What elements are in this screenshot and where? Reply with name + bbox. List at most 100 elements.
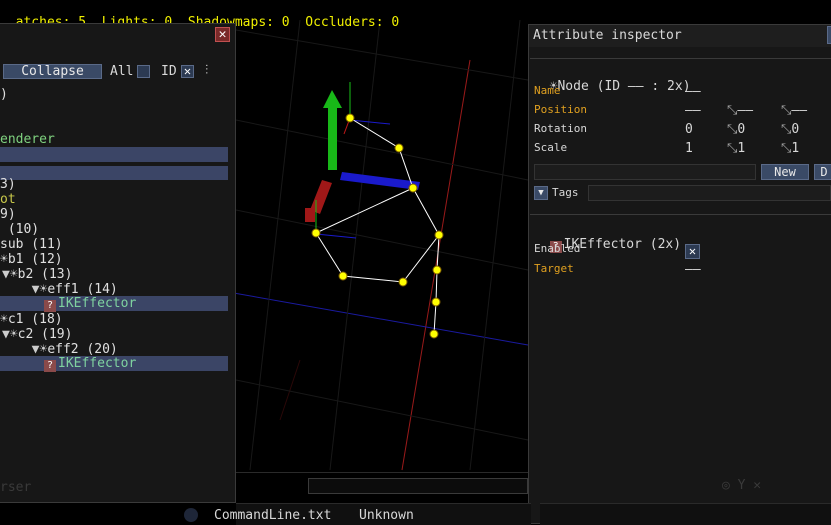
tree-item-label: b2 (13) <box>17 267 73 282</box>
drag-handle-icon[interactable]: ⤡ <box>781 103 791 118</box>
tree-item-component[interactable]: ? IKEffector <box>0 356 228 372</box>
tree-node-icon: ☀ <box>0 312 8 327</box>
drag-handle-icon[interactable]: ⤡ <box>727 103 737 118</box>
attr-value-field[interactable]: ⤡1 <box>727 142 745 156</box>
status-type: Unknown <box>359 508 414 523</box>
attr-value: —— <box>737 103 754 118</box>
tree-item[interactable]: enderer <box>0 132 228 147</box>
attr-value-field[interactable]: —— <box>685 104 701 118</box>
tree-item-label: c2 (19) <box>17 327 73 342</box>
tree-item-label: c1 (18) <box>7 312 63 327</box>
attr-value-field[interactable]: ⤡0 <box>781 123 799 137</box>
status-icon <box>184 508 198 522</box>
tree-node-icon: ▼☀ <box>16 282 48 297</box>
joint <box>338 271 348 281</box>
attr-value-field[interactable]: 1 <box>685 142 693 156</box>
component-header-text: IKEffector (2x) <box>563 237 682 252</box>
attr-value: 0 <box>685 122 693 137</box>
tree-item-label: ) <box>0 87 8 102</box>
stat-occluders: Occluders: 0 <box>305 15 400 30</box>
tree-item[interactable]: (10) <box>0 222 228 237</box>
collapse-button[interactable]: Collapse <box>3 64 102 79</box>
attr-value-field[interactable]: ⤡1 <box>781 142 799 156</box>
tree-item[interactable]: ) <box>0 87 228 102</box>
tree-item-label: ot <box>0 192 16 207</box>
tree-item-label: 9) <box>0 207 16 222</box>
enabled-checkbox[interactable]: ✕ <box>685 244 700 259</box>
render-stats: atches: 5 Lights: 0 Shadowmaps: 0 Occlud… <box>0 0 400 30</box>
all-checkbox[interactable] <box>137 65 150 78</box>
attr-value-field[interactable]: ⤡—— <box>781 104 807 118</box>
attr-value-field[interactable]: —— <box>685 85 701 99</box>
joint <box>311 228 321 238</box>
tree-item-label: IKEffector <box>58 296 137 311</box>
joint <box>408 183 418 193</box>
attr-value: 0 <box>737 122 746 137</box>
attr-label: Rotation <box>534 122 587 135</box>
attr-value-field[interactable]: ⤡—— <box>727 104 753 118</box>
tree-item[interactable]: ▼☀b2 (13) <box>0 267 228 282</box>
drag-handle-icon[interactable]: ⤡ <box>781 122 791 137</box>
tree-item[interactable]: sub (11) <box>0 237 228 252</box>
delete-tag-button[interactable]: D <box>814 164 831 180</box>
tree-node-icon: ▼☀ <box>2 327 18 342</box>
id-checkbox[interactable]: ✕ <box>181 65 194 78</box>
tree-item[interactable]: ot <box>0 192 228 207</box>
tree-item-label: 3) <box>0 177 16 192</box>
target-field[interactable]: —— <box>685 263 701 277</box>
tree-item[interactable] <box>0 147 228 162</box>
tree-node-icon: ☀ <box>0 252 8 267</box>
attr-value: 0 <box>791 122 800 137</box>
component-attr-label: Target <box>534 262 574 275</box>
tree-item-label: eff2 (20) <box>47 342 118 357</box>
joint <box>345 113 355 123</box>
joint <box>431 297 441 307</box>
tree-item[interactable]: ☀b1 (12) <box>0 252 228 267</box>
inspector-edge-button[interactable] <box>827 26 831 44</box>
separator <box>530 214 831 215</box>
tree-item[interactable]: 3) <box>0 177 228 192</box>
tree-node-icon: ▼☀ <box>16 342 48 357</box>
tag-input[interactable] <box>534 164 756 180</box>
command-line-input[interactable] <box>308 478 528 494</box>
filter-icon[interactable]: ⫶ <box>205 63 208 78</box>
gizmo-y-axis <box>328 108 337 170</box>
drag-handle-icon[interactable]: ⤡ <box>727 122 737 137</box>
status-bar-right <box>540 503 831 525</box>
grid-line-blue <box>227 291 529 346</box>
tree-item-label: IKEffector <box>58 356 137 371</box>
attr-label: Position <box>534 103 587 116</box>
joint <box>429 329 439 339</box>
attr-value: 1 <box>737 141 746 156</box>
status-file: CommandLine.txt <box>214 508 332 523</box>
tree-item[interactable]: 9) <box>0 207 228 222</box>
separator <box>236 472 528 473</box>
joint <box>432 265 442 275</box>
tree-item[interactable]: ▼☀c2 (19) <box>0 327 228 342</box>
grid-line-red <box>401 59 471 471</box>
tree-item-label: b1 (12) <box>7 252 63 267</box>
close-icon[interactable]: ✕ <box>215 27 230 42</box>
attr-value: —— <box>685 84 701 99</box>
chevron-down-icon[interactable]: ▼ <box>534 186 548 200</box>
tree-item-component[interactable]: ? IKEffector <box>0 296 228 312</box>
joint <box>434 230 444 240</box>
attr-value-field[interactable]: ⤡0 <box>727 123 745 137</box>
gizmo-y-arrow <box>323 90 342 108</box>
drag-handle-icon[interactable]: ⤡ <box>727 141 737 156</box>
grid-faint <box>235 19 529 471</box>
new-button[interactable]: New <box>761 164 809 180</box>
tree-item[interactable]: ▼☀eff1 (14) <box>0 282 228 297</box>
inspector-title: Attribute inspector <box>533 28 682 43</box>
node-header-text: Node (ID —— : 2x) <box>557 79 691 94</box>
attr-label: Name <box>534 84 561 97</box>
tree-item[interactable]: ▼☀eff2 (20) <box>0 342 228 357</box>
drag-handle-icon[interactable]: ⤡ <box>781 141 791 156</box>
attr-value-field[interactable]: 0 <box>685 123 693 137</box>
faint-icons: ◎ Y ✕ <box>722 478 762 493</box>
tags-field[interactable] <box>588 185 831 201</box>
tree-item[interactable] <box>0 117 228 132</box>
tree-item[interactable]: ☀c1 (18) <box>0 312 228 327</box>
component-icon: ? <box>44 300 56 312</box>
joint <box>398 277 408 287</box>
